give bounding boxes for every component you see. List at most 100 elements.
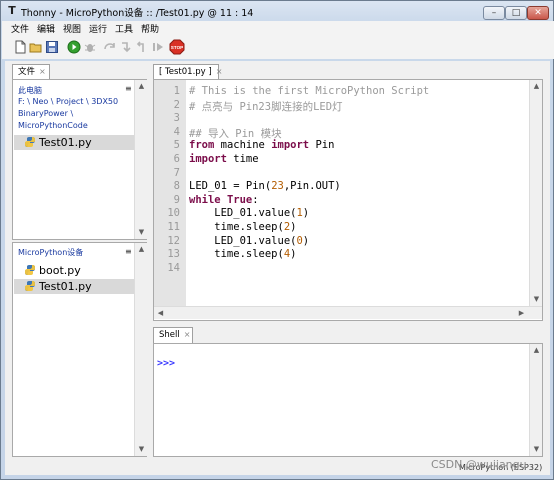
step-into-icon[interactable] — [119, 40, 133, 54]
file-name: Test01.py — [39, 280, 92, 293]
line-number: 12 — [167, 234, 180, 247]
device-files-pane: MicroPython设备 ≡ boot.py Test01.py ▲ ▼ — [12, 242, 147, 457]
code-line[interactable]: LED_01.value(0) — [189, 235, 309, 247]
line-number: 9 — [173, 193, 180, 206]
line-number: 10 — [167, 207, 180, 220]
scroll-down-icon[interactable]: ▼ — [135, 443, 148, 456]
close-button[interactable]: ✕ — [527, 6, 549, 20]
stop-icon-label: STOP — [171, 45, 183, 50]
line-number-gutter: 1 2 3 4 5 6 7 8 9 10 11 12 13 14 — [154, 80, 186, 306]
new-file-icon[interactable] — [13, 40, 27, 54]
tab-shell[interactable]: Shell × — [153, 327, 193, 343]
code-token: time.sleep( — [189, 221, 284, 233]
menu-icon[interactable]: ≡ — [125, 84, 132, 93]
keyword-token: import — [271, 139, 310, 152]
code-line[interactable]: LED_01 = Pin(23,Pin.OUT) — [189, 180, 341, 192]
minimize-button[interactable]: – — [483, 6, 505, 20]
line-number: 5 — [173, 139, 180, 152]
path-line[interactable]: MicroPythonCode — [18, 121, 88, 130]
scrollbar[interactable]: ▲ ▼ — [134, 243, 147, 456]
scroll-down-icon[interactable]: ▼ — [530, 443, 543, 456]
line-number: 3 — [173, 112, 180, 125]
code-editor[interactable]: 1 2 3 4 5 6 7 8 9 10 11 12 13 14 # This is the first … — [153, 79, 543, 321]
file-item[interactable]: Test01.py — [14, 135, 135, 150]
scrollbar[interactable]: ▲ ▼ — [529, 344, 542, 456]
code-token: ,Pin.OUT) — [283, 180, 341, 193]
scroll-up-icon[interactable]: ▲ — [135, 80, 148, 93]
computer-header[interactable]: 此电脑 — [18, 85, 42, 96]
code-token: time — [226, 153, 259, 165]
shell-prompt: >>> — [157, 358, 176, 369]
device-header[interactable]: MicroPython设备 — [18, 247, 83, 258]
code-token: LED_01 = Pin( — [189, 180, 272, 193]
line-number: 8 — [173, 180, 180, 193]
code-line[interactable]: time.sleep(4) — [189, 248, 296, 260]
menu-view[interactable]: 视图 — [63, 22, 81, 35]
code-line[interactable]: while True: — [189, 194, 259, 206]
code-line[interactable]: # This is the first MicroPython Script — [189, 85, 429, 97]
line-number: 2 — [173, 98, 180, 111]
debug-icon[interactable] — [83, 40, 97, 54]
code-token: ) — [290, 248, 297, 261]
keyword-token: import — [189, 153, 227, 165]
step-out-icon[interactable] — [135, 40, 149, 54]
save-icon[interactable] — [45, 40, 59, 54]
code-line[interactable]: time.sleep(2) — [189, 221, 296, 233]
computer-files-pane: 此电脑 ≡ F: \ Neo \ Project \ 3DX50 BinaryP… — [12, 79, 147, 240]
scroll-up-icon[interactable]: ▲ — [530, 80, 543, 93]
line-number: 14 — [167, 261, 180, 274]
code-token: Pin — [309, 139, 335, 152]
title-bar: T Thonny - MicroPython设备 :: /Test01.py @… — [1, 1, 553, 21]
close-icon[interactable]: × — [184, 330, 191, 339]
scrollbar[interactable]: ▲ ▼ — [134, 80, 147, 239]
line-number: 13 — [167, 248, 180, 261]
file-name: Test01.py — [39, 136, 92, 149]
window-title: Thonny - MicroPython设备 :: /Test01.py @ 1… — [21, 8, 254, 19]
code-token: LED_01.value( — [189, 234, 297, 247]
scroll-up-icon[interactable]: ▲ — [135, 243, 148, 256]
close-icon[interactable]: × — [39, 67, 46, 76]
code-token: ) — [302, 234, 310, 247]
scrollbar[interactable]: ▲ ▼ — [529, 80, 542, 306]
code-line[interactable]: import time — [189, 153, 259, 165]
stop-icon[interactable]: STOP — [169, 39, 185, 55]
horizontal-scrollbar[interactable]: ◀ ▶ — [154, 306, 542, 319]
resume-icon[interactable] — [151, 40, 165, 54]
code-line[interactable]: from machine import Pin — [189, 139, 334, 151]
scroll-right-icon[interactable]: ▶ — [515, 307, 528, 320]
menu-tools[interactable]: 工具 — [115, 22, 133, 35]
menu-edit[interactable]: 编辑 — [37, 22, 55, 35]
path-line[interactable]: BinaryPower \ — [18, 109, 73, 118]
menu-icon[interactable]: ≡ — [125, 247, 132, 256]
menu-help[interactable]: 帮助 — [141, 22, 159, 35]
code-line[interactable]: LED_01.value(1) — [189, 207, 309, 219]
tab-files[interactable]: 文件 × — [12, 64, 50, 80]
file-name: boot.py — [39, 264, 81, 277]
close-icon[interactable]: × — [216, 67, 223, 76]
keyword-token: while — [189, 193, 221, 206]
path-line[interactable]: F: \ Neo \ Project \ 3DX50 — [18, 97, 118, 106]
shell-pane[interactable]: >>> ▲ ▼ — [153, 343, 543, 457]
code-line[interactable]: # 点亮与 Pin23脚连接的LED灯 — [189, 99, 343, 114]
line-number: 11 — [167, 221, 180, 233]
tab-test01[interactable]: [ Test01.py ] × — [153, 64, 222, 80]
step-over-icon[interactable] — [103, 40, 117, 54]
line-number: 7 — [173, 166, 180, 179]
code-token: machine — [214, 139, 272, 152]
watermark: CSDN @wujiangu — [431, 458, 527, 471]
scroll-down-icon[interactable]: ▼ — [135, 226, 148, 239]
comment-token: # This is the first MicroPython Script — [189, 85, 430, 97]
scroll-up-icon[interactable]: ▲ — [530, 344, 543, 357]
scroll-down-icon[interactable]: ▼ — [530, 293, 543, 306]
number-token: 23 — [271, 180, 284, 193]
menu-run[interactable]: 运行 — [89, 22, 107, 35]
tab-files-label: 文件 — [18, 67, 36, 77]
scroll-left-icon[interactable]: ◀ — [154, 307, 167, 320]
open-file-icon[interactable] — [29, 40, 43, 54]
file-item[interactable]: boot.py — [14, 263, 135, 278]
run-icon[interactable] — [67, 40, 81, 54]
maximize-button[interactable]: □ — [505, 6, 527, 20]
file-item[interactable]: Test01.py — [14, 279, 135, 294]
comment-token: ## 导入 Pin 模块 — [189, 127, 282, 140]
menu-file[interactable]: 文件 — [11, 22, 29, 35]
